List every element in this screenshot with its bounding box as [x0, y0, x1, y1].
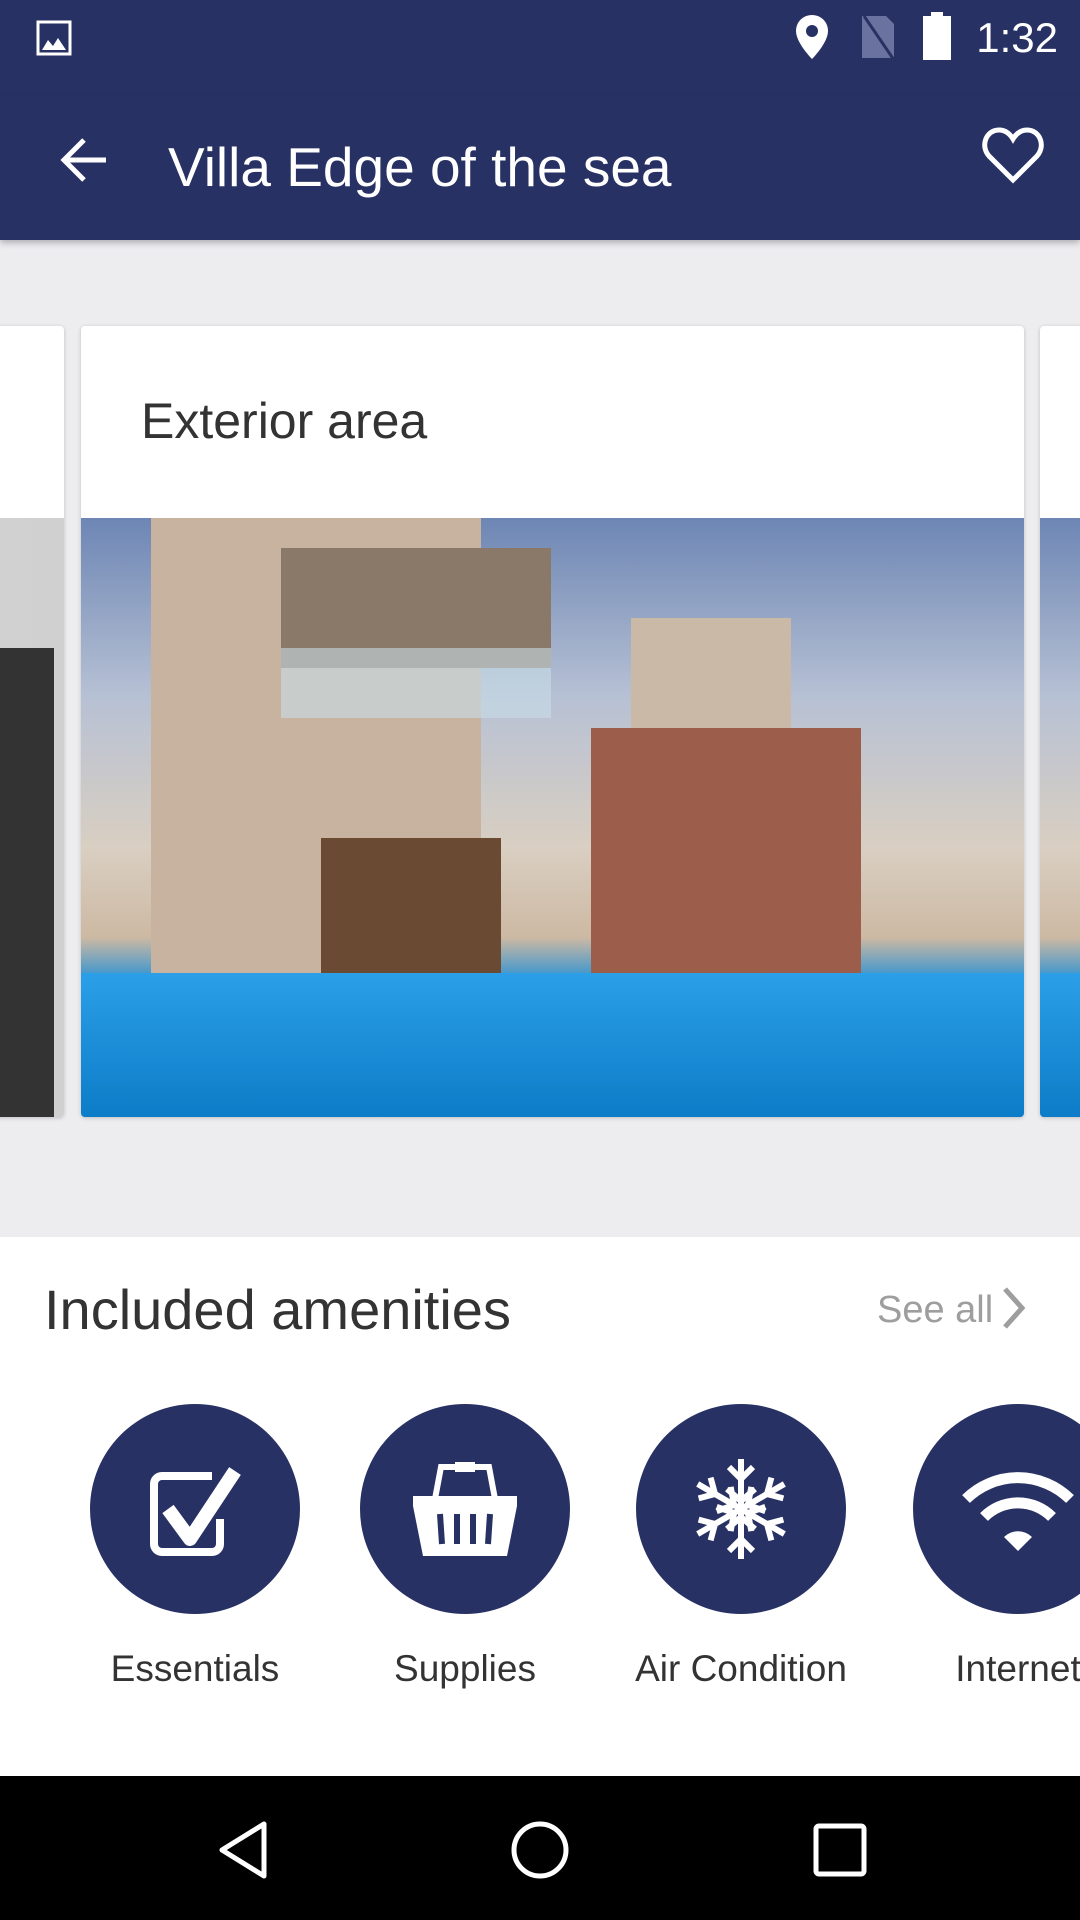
arrow-back-icon[interactable] — [56, 132, 112, 188]
gallery-card-next[interactable] — [1040, 326, 1080, 1117]
gallery-card-current[interactable]: Exterior area — [81, 326, 1024, 1117]
amenity-internet[interactable]: Internet — [888, 1404, 1080, 1690]
villa-photo — [81, 518, 1024, 1117]
amenity-air-condition[interactable]: Air Condition — [611, 1404, 871, 1690]
amenity-label: Internet — [955, 1648, 1080, 1689]
checkbox-icon — [150, 1467, 241, 1556]
chevron-right-icon[interactable] — [1000, 1285, 1028, 1331]
gallery-card-previous[interactable] — [0, 326, 64, 1117]
amenities-title: Included amenities — [44, 1278, 511, 1341]
heart-outline-icon[interactable] — [982, 126, 1044, 184]
basket-icon — [413, 1462, 517, 1556]
wifi-icon — [962, 1472, 1074, 1551]
amenity-label: Supplies — [394, 1648, 536, 1689]
snowflake-icon — [686, 1459, 796, 1564]
see-all-link[interactable]: See all — [877, 1289, 993, 1332]
card-title: Exterior area — [141, 393, 428, 449]
navigation-bar — [0, 1776, 1080, 1920]
app-bar: Villa Edge of the sea — [0, 96, 1080, 240]
home-nav-icon[interactable] — [510, 1820, 570, 1880]
page-title: Villa Edge of the sea — [168, 136, 672, 198]
status-time: 1:32 — [976, 14, 1058, 61]
amenities-section: Included amenities See all Essentials Su… — [0, 1237, 1080, 1776]
recents-nav-icon[interactable] — [810, 1820, 870, 1880]
location-icon — [796, 15, 828, 59]
amenity-supplies[interactable]: Supplies — [335, 1404, 595, 1690]
photo-gallery[interactable]: Exterior area — [0, 240, 1080, 1237]
image-icon — [36, 20, 72, 56]
amenity-label: Essentials — [110, 1648, 280, 1689]
back-nav-icon[interactable] — [214, 1820, 274, 1880]
no-sim-icon — [862, 15, 896, 60]
amenity-label: Air Condition — [635, 1648, 847, 1689]
amenity-essentials[interactable]: Essentials — [65, 1404, 325, 1690]
battery-icon — [923, 12, 951, 60]
status-bar: 1:32 — [0, 0, 1080, 96]
